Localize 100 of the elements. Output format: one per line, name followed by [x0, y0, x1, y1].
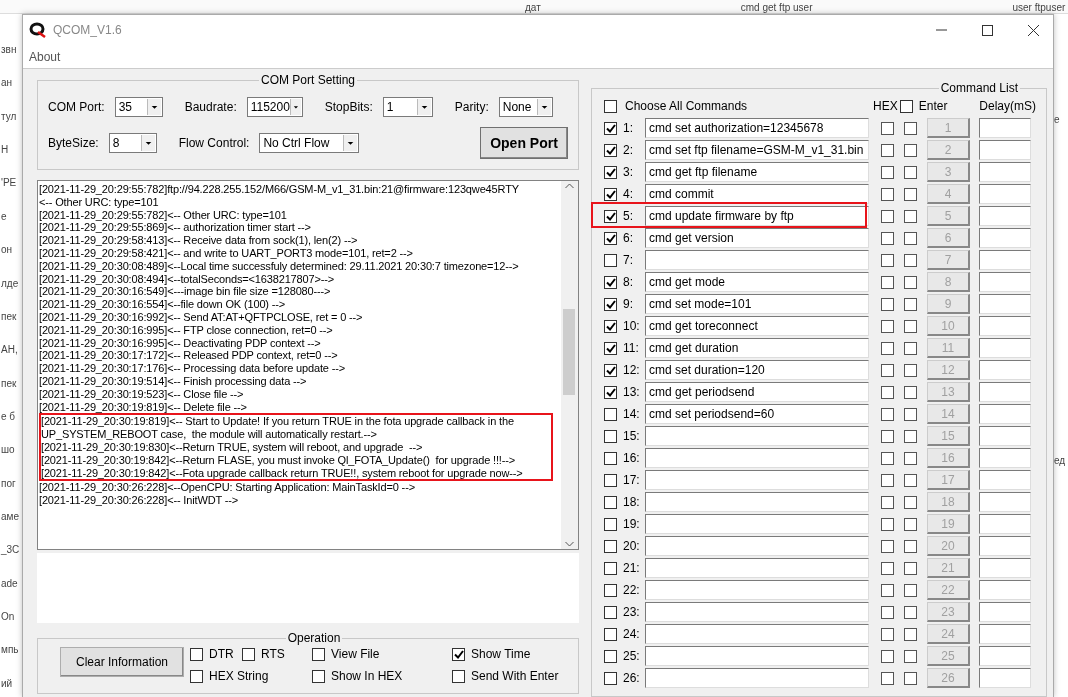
delay-input-field[interactable] — [979, 140, 1031, 160]
command-input-field[interactable]: cmd get duration — [645, 338, 869, 358]
delay-input-field[interactable] — [979, 646, 1031, 666]
command-input-field[interactable] — [645, 668, 869, 688]
delay-input-field[interactable] — [979, 470, 1031, 490]
delay-input-field[interactable] — [979, 624, 1031, 644]
command-input-field[interactable] — [645, 250, 869, 270]
delay-input-field[interactable] — [979, 250, 1031, 270]
delay-input-field[interactable] — [979, 360, 1031, 380]
command-input-field[interactable] — [645, 470, 869, 490]
checkbox[interactable] — [904, 605, 917, 619]
send-command-button[interactable]: 26 — [927, 668, 970, 688]
checkbox[interactable] — [881, 495, 894, 509]
send-command-button[interactable]: 19 — [927, 514, 970, 534]
delay-input-field[interactable] — [979, 294, 1031, 314]
checkbox[interactable] — [904, 143, 917, 157]
checkbox[interactable] — [604, 561, 617, 575]
checkbox[interactable] — [604, 165, 617, 179]
send-command-button[interactable]: 5 — [927, 206, 970, 226]
command-input-field[interactable]: cmd get toreconnect — [645, 316, 869, 336]
checkbox[interactable] — [604, 99, 617, 113]
checkbox[interactable] — [904, 583, 917, 597]
delay-input-field[interactable] — [979, 492, 1031, 512]
checkbox[interactable] — [881, 319, 894, 333]
checkbox[interactable] — [604, 451, 617, 465]
delay-input-field[interactable] — [979, 514, 1031, 534]
clear-information-button[interactable]: Clear Information — [60, 647, 184, 677]
checkbox[interactable] — [904, 473, 917, 487]
checkbox[interactable] — [604, 297, 617, 311]
delay-input-field[interactable] — [979, 536, 1031, 556]
dropdown[interactable]: 115200 — [246, 97, 303, 117]
checkbox[interactable] — [904, 253, 917, 267]
checkbox[interactable] — [881, 253, 894, 267]
checkbox[interactable] — [904, 561, 917, 575]
checkbox[interactable] — [904, 671, 917, 685]
command-input-field[interactable] — [645, 624, 869, 644]
command-input-field[interactable]: cmd get version — [645, 228, 869, 248]
checkbox[interactable] — [881, 605, 894, 619]
open-port-button[interactable]: Open Port — [480, 127, 568, 159]
checkbox[interactable] — [604, 231, 617, 245]
checkbox[interactable] — [904, 121, 917, 135]
scrollbar[interactable] — [561, 181, 578, 549]
checkbox[interactable] — [604, 341, 617, 355]
delay-input-field[interactable] — [979, 558, 1031, 578]
checkbox[interactable] — [904, 649, 917, 663]
delay-input-field[interactable] — [979, 118, 1031, 138]
command-input-field[interactable]: cmd set ftp filename=GSM-M_v1_31.bin — [645, 140, 869, 160]
checkbox[interactable] — [904, 517, 917, 531]
delay-input-field[interactable] — [979, 580, 1031, 600]
send-command-button[interactable]: 6 — [927, 228, 970, 248]
command-input-field[interactable]: cmd set mode=101 — [645, 294, 869, 314]
send-command-button[interactable]: 24 — [927, 624, 970, 644]
delay-input-field[interactable] — [979, 426, 1031, 446]
delay-input-field[interactable] — [979, 162, 1031, 182]
send-command-button[interactable]: 14 — [927, 404, 970, 424]
dropdown[interactable]: None — [498, 97, 553, 117]
checkbox[interactable] — [881, 209, 894, 223]
checkbox[interactable] — [881, 561, 894, 575]
send-command-button[interactable]: 15 — [927, 426, 970, 446]
command-input-field[interactable] — [645, 580, 869, 600]
checkbox[interactable] — [881, 407, 894, 421]
send-command-button[interactable]: 25 — [927, 646, 970, 666]
checkbox[interactable] — [881, 517, 894, 531]
send-command-button[interactable]: 21 — [927, 558, 970, 578]
checkbox[interactable] — [881, 451, 894, 465]
dropdown[interactable]: 35 — [114, 97, 163, 117]
command-input-field[interactable] — [645, 492, 869, 512]
checkbox[interactable] — [604, 627, 617, 641]
delay-input-field[interactable] — [979, 404, 1031, 424]
checkbox[interactable] — [904, 275, 917, 289]
checkbox[interactable] — [604, 605, 617, 619]
send-command-button[interactable]: 16 — [927, 448, 970, 468]
checkbox[interactable] — [904, 187, 917, 201]
checkbox[interactable] — [604, 363, 617, 377]
send-command-button[interactable]: 17 — [927, 470, 970, 490]
checkbox[interactable] — [604, 539, 617, 553]
checkbox[interactable] — [881, 649, 894, 663]
checkbox[interactable] — [881, 341, 894, 355]
checkbox[interactable] — [881, 297, 894, 311]
delay-input-field[interactable] — [979, 184, 1031, 204]
checkbox[interactable] — [604, 583, 617, 597]
command-input-field[interactable] — [645, 602, 869, 622]
checkbox[interactable] — [604, 253, 617, 267]
checkbox[interactable] — [881, 429, 894, 443]
delay-input-field[interactable] — [979, 602, 1031, 622]
command-input-field[interactable] — [645, 558, 869, 578]
dropdown[interactable]: 8 — [108, 133, 157, 153]
command-input-field[interactable] — [645, 426, 869, 446]
checkbox[interactable] — [899, 99, 913, 113]
checkbox[interactable] — [312, 647, 325, 661]
checkbox[interactable] — [904, 209, 917, 223]
command-input-field[interactable] — [645, 448, 869, 468]
send-command-button[interactable]: 12 — [927, 360, 970, 380]
checkbox[interactable] — [604, 187, 617, 201]
checkbox[interactable] — [904, 429, 917, 443]
command-input-field[interactable]: cmd commit — [645, 184, 869, 204]
checkbox[interactable] — [604, 319, 617, 333]
delay-input-field[interactable] — [979, 272, 1031, 292]
dropdown[interactable]: No Ctrl Flow — [259, 133, 360, 153]
command-input-field[interactable]: cmd get periodsend — [645, 382, 869, 402]
